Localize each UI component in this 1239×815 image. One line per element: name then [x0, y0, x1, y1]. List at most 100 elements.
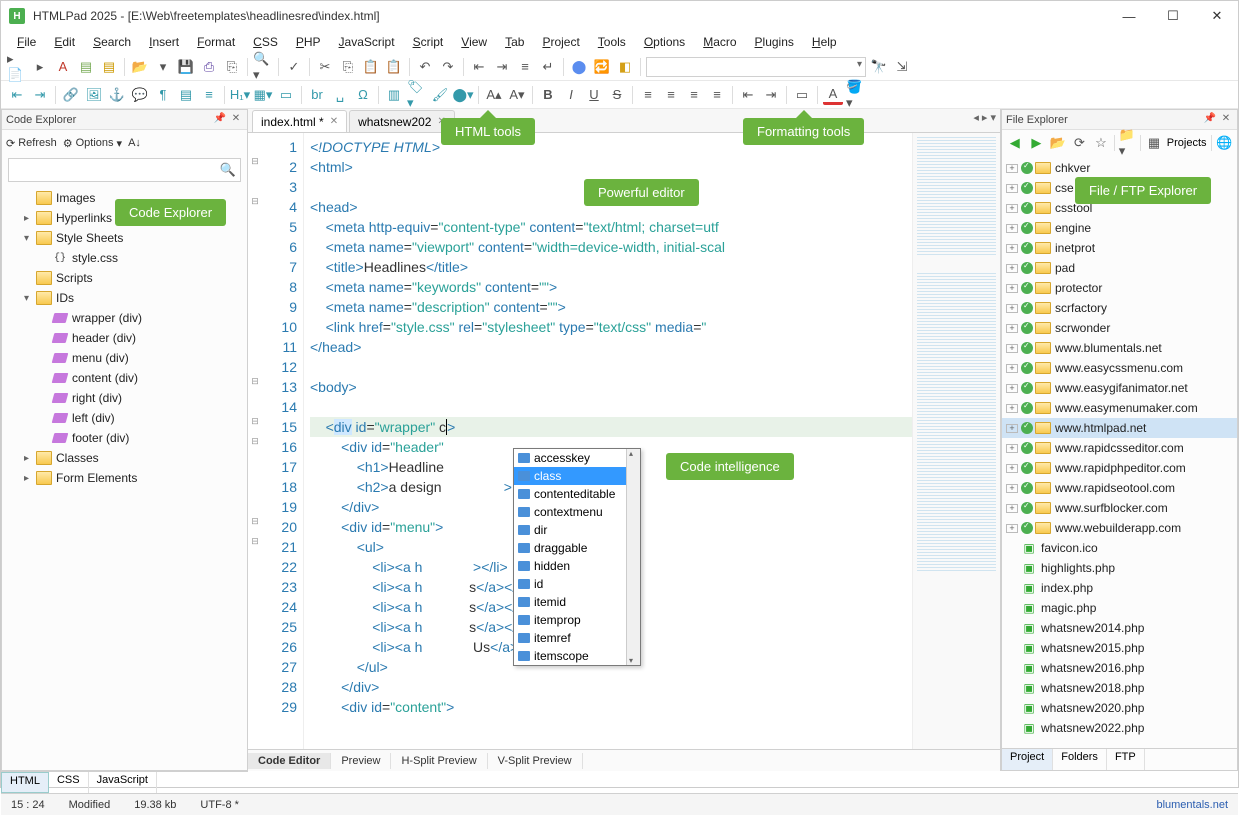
- intellisense-item[interactable]: itemprop: [514, 611, 640, 629]
- comment-icon[interactable]: 💬: [130, 85, 150, 105]
- browser-preview-icon[interactable]: ⬤: [569, 57, 589, 77]
- intellisense-item[interactable]: itemid: [514, 593, 640, 611]
- indent-right-icon[interactable]: ⇥: [492, 57, 512, 77]
- tree-item[interactable]: right (div): [2, 388, 247, 408]
- intellisense-item[interactable]: dir: [514, 521, 640, 539]
- highlight-icon[interactable]: ◧: [615, 57, 635, 77]
- file-item[interactable]: +www.webuilderapp.com: [1002, 518, 1237, 538]
- align-center-icon[interactable]: ≡: [661, 85, 681, 105]
- window-maximize-button[interactable]: ☐: [1160, 6, 1186, 26]
- language-tab[interactable]: JavaScript: [89, 772, 157, 793]
- file-item[interactable]: ▣highlights.php: [1002, 558, 1237, 578]
- file-panel-tab[interactable]: Project: [1002, 749, 1053, 770]
- editor-mode-tab[interactable]: Preview: [331, 753, 391, 769]
- file-item[interactable]: +inetprot: [1002, 238, 1237, 258]
- table-icon[interactable]: ▦▾: [253, 85, 273, 105]
- indent-icon[interactable]: ⇥: [761, 85, 781, 105]
- intellisense-item[interactable]: itemscope: [514, 647, 640, 665]
- file-item[interactable]: +www.rapidseotool.com: [1002, 478, 1237, 498]
- spellcheck-icon[interactable]: ✓: [284, 57, 304, 77]
- panel-pin-icon[interactable]: 📌: [213, 113, 227, 127]
- br-icon[interactable]: br: [307, 85, 327, 105]
- undo-icon[interactable]: ↶: [415, 57, 435, 77]
- text-color-icon[interactable]: A: [823, 85, 843, 105]
- intellisense-item[interactable]: itemref: [514, 629, 640, 647]
- editor-mode-tab[interactable]: H-Split Preview: [391, 753, 487, 769]
- align-right-icon[interactable]: ≡: [684, 85, 704, 105]
- paste-icon[interactable]: 📋: [361, 57, 381, 77]
- ol-icon[interactable]: ≡: [199, 85, 219, 105]
- menu-item-script[interactable]: Script: [405, 33, 452, 51]
- intellisense-item[interactable]: contextmenu: [514, 503, 640, 521]
- tree-item[interactable]: ▸Form Elements: [2, 468, 247, 488]
- open-icon[interactable]: 📂: [130, 57, 150, 77]
- align-left-icon[interactable]: ≡: [638, 85, 658, 105]
- redo-icon[interactable]: ↷: [438, 57, 458, 77]
- tree-item[interactable]: Scripts: [2, 268, 247, 288]
- code-explorer-tree[interactable]: Images▸Hyperlinks▾Style Sheetsstyle.cssS…: [2, 186, 247, 770]
- tag-tool-icon[interactable]: 🏷▾: [407, 85, 427, 105]
- file-item[interactable]: ▣whatsnew2016.php: [1002, 658, 1237, 678]
- file-item[interactable]: +www.rapidcsseditor.com: [1002, 438, 1237, 458]
- window-minimize-button[interactable]: —: [1116, 6, 1142, 26]
- new-html-icon[interactable]: ▸: [30, 57, 50, 77]
- cut-icon[interactable]: ✂: [315, 57, 335, 77]
- intellisense-item[interactable]: hidden: [514, 557, 640, 575]
- file-item[interactable]: ▣index.php: [1002, 578, 1237, 598]
- font-combo[interactable]: [646, 57, 866, 77]
- new-folder-icon[interactable]: 📁▾: [1119, 134, 1137, 152]
- globe-icon[interactable]: 🌐: [1215, 134, 1233, 152]
- file-item[interactable]: +www.easygifanimator.net: [1002, 378, 1237, 398]
- menu-item-tab[interactable]: Tab: [497, 33, 532, 51]
- heading-icon[interactable]: H₁▾: [230, 85, 250, 105]
- list-icon[interactable]: ▤: [176, 85, 196, 105]
- wrap-icon[interactable]: ↵: [538, 57, 558, 77]
- link-icon[interactable]: 🔗: [61, 85, 81, 105]
- underline-icon[interactable]: U: [584, 85, 604, 105]
- menu-item-help[interactable]: Help: [804, 33, 845, 51]
- file-item[interactable]: +www.easymenumaker.com: [1002, 398, 1237, 418]
- menu-item-format[interactable]: Format: [189, 33, 243, 51]
- window-close-button[interactable]: ✕: [1204, 6, 1230, 26]
- tree-item[interactable]: header (div): [2, 328, 247, 348]
- file-panel-tab[interactable]: FTP: [1107, 749, 1145, 770]
- intellisense-item[interactable]: id: [514, 575, 640, 593]
- italic-icon[interactable]: I: [561, 85, 581, 105]
- file-item[interactable]: +www.easycssmenu.com: [1002, 358, 1237, 378]
- font-plus-icon[interactable]: A▴: [484, 85, 504, 105]
- language-tab[interactable]: HTML: [1, 772, 49, 793]
- editor-tab[interactable]: index.html *✕: [252, 110, 347, 132]
- panel-close-icon[interactable]: ✕: [229, 113, 243, 127]
- menu-item-css[interactable]: CSS: [245, 33, 286, 51]
- clipboard-icon[interactable]: 📋: [384, 57, 404, 77]
- color-drop-icon[interactable]: ⬤▾: [453, 85, 473, 105]
- strike-icon[interactable]: S: [607, 85, 627, 105]
- file-panel-tab[interactable]: Folders: [1053, 749, 1107, 770]
- new-css-icon[interactable]: A: [53, 57, 73, 77]
- new-php-icon[interactable]: ▤: [76, 57, 96, 77]
- open-recent-icon[interactable]: ▾: [153, 57, 173, 77]
- new-js-icon[interactable]: ▤: [99, 57, 119, 77]
- image-icon[interactable]: 🖼: [84, 85, 104, 105]
- file-item[interactable]: ▣whatsnew2015.php: [1002, 638, 1237, 658]
- anchor-icon[interactable]: ⚓: [107, 85, 127, 105]
- intellisense-popup[interactable]: accesskeyclasscontenteditablecontextmenu…: [513, 448, 641, 666]
- file-item[interactable]: +www.blumentals.net: [1002, 338, 1237, 358]
- file-item[interactable]: +engine: [1002, 218, 1237, 238]
- tag-open-icon[interactable]: ⇤: [7, 85, 27, 105]
- open-folder-icon[interactable]: 📂: [1049, 134, 1067, 152]
- tree-item[interactable]: ▾IDs: [2, 288, 247, 308]
- menu-item-project[interactable]: Project: [534, 33, 587, 51]
- align-justify-icon[interactable]: ≡: [707, 85, 727, 105]
- find-replace-icon[interactable]: 🔁: [592, 57, 612, 77]
- menu-item-search[interactable]: Search: [85, 33, 139, 51]
- binoculars-icon[interactable]: 🔭: [869, 57, 889, 77]
- menu-item-file[interactable]: File: [9, 33, 44, 51]
- copy-icon[interactable]: ⎘: [338, 57, 358, 77]
- omega-icon[interactable]: Ω: [353, 85, 373, 105]
- nav-back-icon[interactable]: ◀: [1006, 134, 1024, 152]
- form-icon[interactable]: ▭: [276, 85, 296, 105]
- bold-icon[interactable]: B: [538, 85, 558, 105]
- tag-close-icon[interactable]: ⇥: [30, 85, 50, 105]
- intellisense-item[interactable]: class: [514, 467, 640, 485]
